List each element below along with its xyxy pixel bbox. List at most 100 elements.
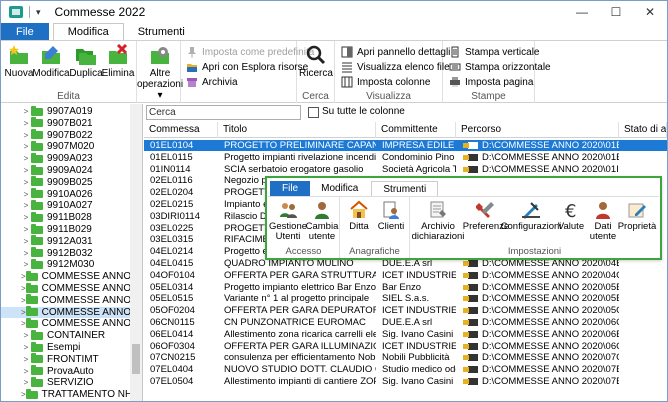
tree-item[interactable]: > CONTAINER — [1, 329, 130, 341]
duplica-button[interactable]: Duplica — [69, 44, 103, 79]
chevron-right-icon[interactable]: > — [21, 378, 31, 387]
gestione-utenti-button[interactable]: Gestione Utenti — [269, 200, 307, 242]
chevron-right-icon[interactable]: > — [21, 284, 26, 293]
tree-item[interactable]: >9910A026 — [1, 188, 130, 200]
archivia-button[interactable]: Archivia — [186, 75, 238, 89]
tree-scroll-thumb[interactable] — [132, 344, 140, 374]
table-row[interactable]: 06CN0115 CN PUNZONATRICE EUROMAC DUE.E.A s… — [144, 317, 667, 328]
clienti-button[interactable]: Clienti — [376, 200, 406, 232]
column-stato[interactable]: Stato di av — [619, 122, 667, 138]
apri-pannello-button[interactable]: Apri pannello dettagli — [341, 45, 450, 59]
table-row[interactable]: 05OF0204 OFFERTA PER GARA DEPURATORI ASA I… — [144, 305, 667, 316]
table-row[interactable]: 01IN0114 SCIA serbatoio erogatore gasolio… — [144, 164, 667, 175]
chevron-right-icon[interactable]: > — [21, 390, 26, 399]
tree-item[interactable]: > FRONTIMT — [1, 353, 130, 365]
tree-item[interactable]: >9907B021 — [1, 117, 130, 129]
modifica-button[interactable]: Modifica — [32, 44, 70, 79]
table-row[interactable]: 06EL0414 Allestimento zona ricarica carre… — [144, 329, 667, 340]
tree-item[interactable]: > COMMESSE ANNO 2021 — [1, 317, 142, 329]
search-input[interactable]: Cerca — [146, 105, 301, 120]
imposta-predefinita-button[interactable]: Imposta come predefinita — [186, 45, 314, 59]
column-titolo[interactable]: Titolo — [218, 122, 376, 138]
tree-item[interactable]: > ProvaAuto — [1, 365, 130, 377]
tree-item[interactable]: >9911B028 — [1, 211, 130, 223]
ditta-button[interactable]: Ditta — [346, 200, 372, 232]
table-row[interactable]: 07EL0404 NUOVO STUDIO DOTT. CLAUDIO CIPAN… — [144, 364, 667, 375]
chevron-right-icon[interactable]: > — [21, 319, 26, 328]
popup-tab-modifica[interactable]: Modifica — [310, 181, 369, 196]
tree-item[interactable]: >9909A023 — [1, 152, 130, 164]
chevron-right-icon[interactable]: > — [21, 119, 31, 128]
chevron-right-icon[interactable]: > — [21, 367, 31, 376]
elimina-button[interactable]: Elimina — [102, 44, 134, 79]
chevron-right-icon[interactable]: > — [21, 107, 31, 116]
altre-operazioni-button[interactable]: Altre operazioni ▾ — [137, 44, 183, 101]
chevron-right-icon[interactable]: > — [21, 225, 31, 234]
chevron-right-icon[interactable]: > — [21, 331, 31, 340]
table-row[interactable]: 01EL0104 PROGETTO PRELIMINARE CAPANNONE I… — [144, 140, 667, 151]
table-row[interactable]: 05EL0314 Progetto impianto elettrico Bar … — [144, 282, 667, 293]
chevron-right-icon[interactable]: > — [21, 272, 26, 281]
tree-item[interactable]: >9912B032 — [1, 247, 130, 259]
chevron-right-icon[interactable]: > — [21, 166, 31, 175]
tree-item[interactable]: > COMMESSE ANNO 2020 — [1, 306, 142, 318]
apri-esplora-button[interactable]: Apri con Esplora risorse — [186, 60, 308, 74]
table-row[interactable]: 06OF0304 OFFERTA PER GARA ILLUMINAZIONE V… — [144, 341, 667, 352]
tree-item[interactable]: >9907A019 — [1, 105, 130, 117]
chevron-right-icon[interactable]: > — [21, 178, 31, 187]
chevron-right-icon[interactable]: > — [21, 308, 26, 317]
all-columns-checkbox[interactable] — [308, 107, 319, 118]
tree-item[interactable]: >9912M030 — [1, 258, 130, 270]
tree-item[interactable]: > Esempi — [1, 341, 130, 353]
tree-item[interactable]: >9909B025 — [1, 176, 130, 188]
chevron-right-icon[interactable]: > — [21, 142, 31, 151]
popup-tab-strumenti[interactable]: Strumenti — [371, 181, 439, 196]
stampa-verticale-button[interactable]: Stampa verticale — [449, 45, 539, 59]
tree-scrollbar[interactable] — [130, 104, 142, 401]
tree-item[interactable]: >9912A031 — [1, 235, 130, 247]
column-committente[interactable]: Committente — [376, 122, 456, 138]
tree-item[interactable]: > COMMESSE ANNO 2018 — [1, 282, 142, 294]
chevron-right-icon[interactable]: > — [21, 131, 31, 140]
ricerca-button[interactable]: Ricerca — [299, 44, 333, 79]
chevron-right-icon[interactable]: > — [21, 249, 31, 258]
visualizza-elenco-button[interactable]: Visualizza elenco file — [341, 60, 450, 74]
tree-item[interactable]: > COMMESSE ANNO 2019 — [1, 294, 142, 306]
tree-item[interactable]: > TRATTAMENTO NH3_STR — [1, 388, 142, 400]
column-commessa[interactable]: Commessa — [144, 122, 218, 138]
chevron-right-icon[interactable]: > — [21, 260, 31, 269]
configurazioni-button[interactable]: Configurazioni — [501, 200, 561, 232]
archivio-dichiarazioni-button[interactable]: Archivio dichiarazioni — [412, 200, 464, 242]
chevron-right-icon[interactable]: > — [21, 343, 31, 352]
close-button[interactable]: ✕ — [633, 1, 667, 23]
column-percorso[interactable]: Percorso — [456, 122, 619, 138]
popup-tab-file[interactable]: File — [270, 181, 311, 196]
imposta-pagina-button[interactable]: Imposta pagina — [449, 75, 533, 89]
proprieta-button[interactable]: Proprietà — [618, 200, 656, 232]
imposta-colonne-button[interactable]: Imposta colonne — [341, 75, 430, 89]
chevron-right-icon[interactable]: > — [21, 154, 31, 163]
tree-item[interactable]: >9909A024 — [1, 164, 130, 176]
tab-modifica[interactable]: Modifica — [52, 23, 124, 40]
tree-item[interactable]: >9907M020 — [1, 140, 130, 152]
chevron-right-icon[interactable]: > — [21, 201, 31, 210]
table-row[interactable]: 01EL0115 Progetto impianti rivelazione in… — [144, 152, 667, 163]
chevron-right-icon[interactable]: > — [21, 213, 31, 222]
chevron-right-icon[interactable]: > — [21, 355, 31, 364]
maximize-button[interactable]: ☐ — [599, 1, 633, 23]
tab-file[interactable]: File — [1, 23, 49, 40]
chevron-right-icon[interactable]: > — [21, 190, 31, 199]
quick-access-dropdown-icon[interactable]: ▾ — [36, 7, 41, 18]
table-row[interactable]: 07CN0215 consulenza per efficientamento N… — [144, 352, 667, 363]
table-row[interactable]: 04OF0104 OFFERTA PER GARA STRUTTURA ALBER… — [144, 270, 667, 281]
table-row[interactable]: 05EL0515 Variante n° 1 al progetto princi… — [144, 293, 667, 304]
tree-item[interactable]: > COMMESSE ANNO 2017 — [1, 270, 142, 282]
valute-button[interactable]: € Valute — [556, 200, 586, 232]
minimize-button[interactable]: — — [565, 1, 599, 23]
tree-item[interactable]: >9910A027 — [1, 199, 130, 211]
tree-item[interactable]: >9911B029 — [1, 223, 130, 235]
stampa-orizzontale-button[interactable]: Stampa orizzontale — [449, 60, 551, 74]
nuova-button[interactable]: Nuova — [5, 44, 33, 79]
tab-strumenti[interactable]: Strumenti — [124, 23, 199, 40]
chevron-right-icon[interactable]: > — [21, 237, 31, 246]
